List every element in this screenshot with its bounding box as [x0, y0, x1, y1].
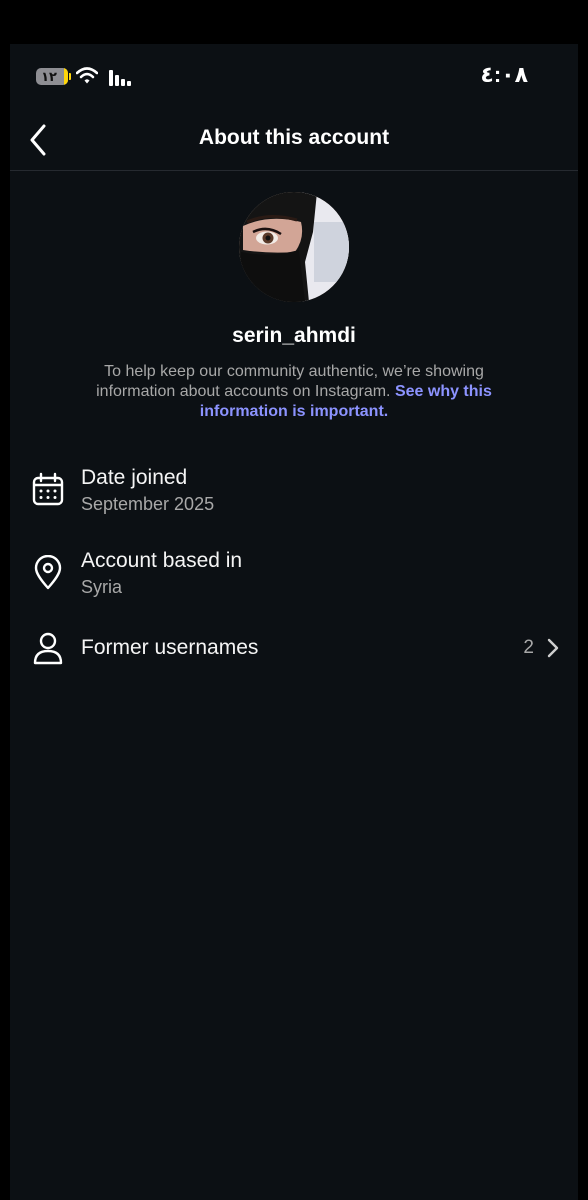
account-based-in-value: Syria: [81, 577, 123, 597]
chevron-right-icon: [547, 638, 559, 658]
battery-cap: [69, 73, 71, 80]
person-icon: [33, 632, 63, 665]
username: serin_ahmdi: [232, 324, 356, 347]
page-title: About this account: [198, 126, 390, 149]
screen: ١٢ ٤:٠٨ About this account serin_ahmdi T…: [10, 44, 578, 1200]
calendar-icon: [32, 472, 64, 506]
status-bar: ١٢ ٤:٠٨: [10, 44, 578, 108]
status-time: ٤:٠٨: [480, 62, 528, 87]
date-joined-label: Date joined: [81, 466, 188, 489]
profile-photo: [239, 192, 349, 302]
avatar[interactable]: [239, 192, 349, 302]
top-bar: About this account: [10, 108, 578, 171]
info-text: To help keep our community authentic, we…: [66, 362, 522, 422]
battery-level: ١٢: [41, 69, 57, 84]
account-based-in-row: Account based in Syria: [10, 541, 578, 611]
account-based-in-label: Account based in: [81, 549, 243, 572]
former-usernames-count: 2: [523, 637, 534, 658]
battery-icon: ١٢: [36, 68, 68, 85]
wifi-icon: [76, 67, 98, 84]
former-usernames-row[interactable]: Former usernames 2: [10, 624, 578, 674]
date-joined-row: Date joined September 2025: [10, 458, 578, 528]
date-joined-value: September 2025: [81, 494, 215, 514]
former-usernames-label: Former usernames: [81, 636, 259, 659]
location-pin-icon: [34, 555, 62, 590]
cellular-signal-icon: [109, 70, 131, 86]
